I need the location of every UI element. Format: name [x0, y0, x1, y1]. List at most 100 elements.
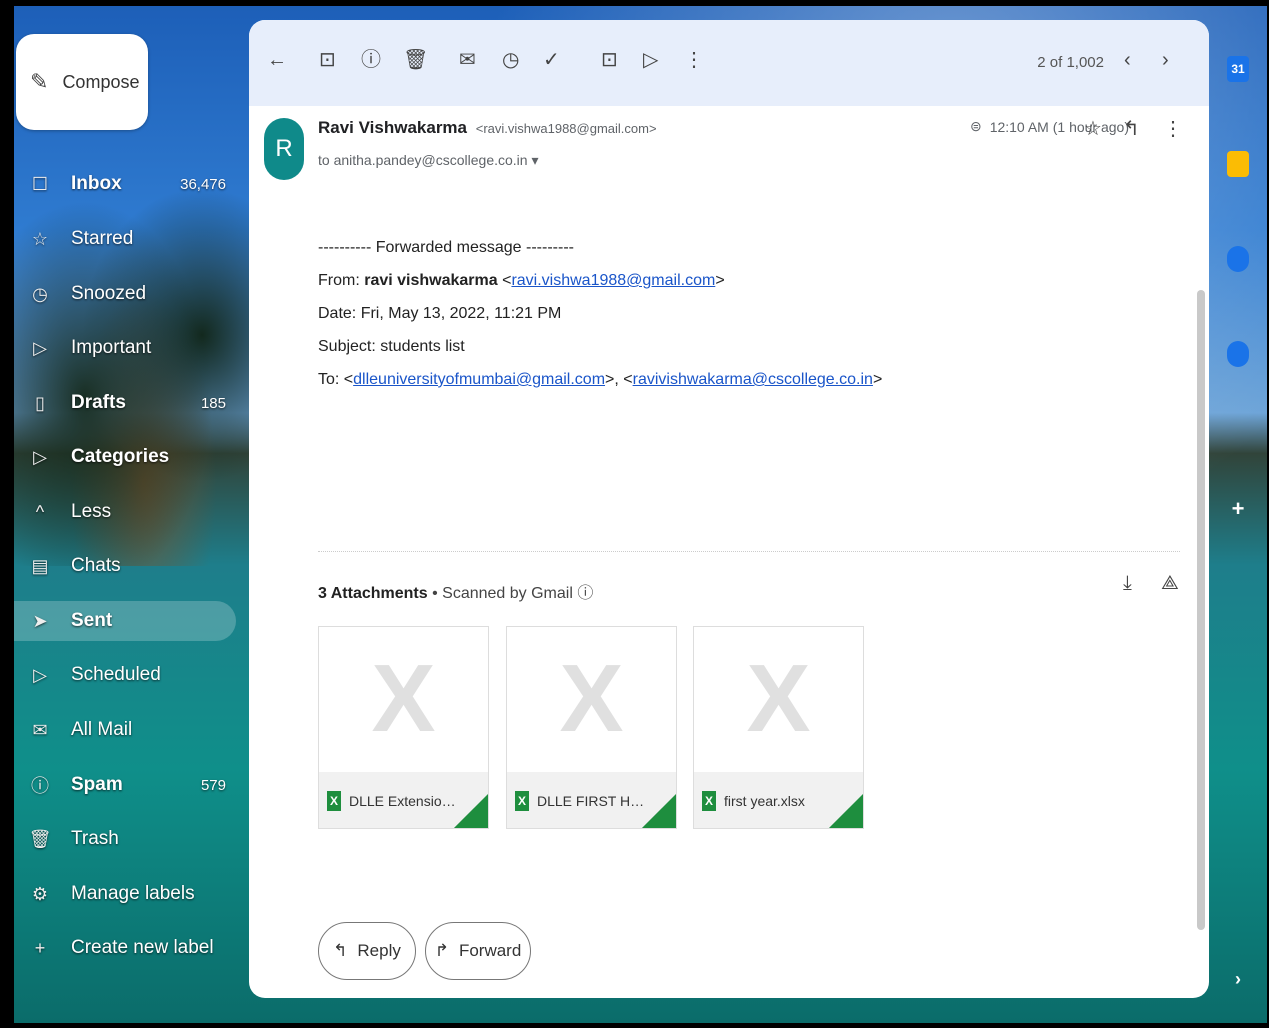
sender-email: <ravi.vishwa1988@gmail.com>	[475, 121, 657, 136]
sidebar-item-less[interactable]: ^ Less	[14, 492, 236, 532]
to-email-link-1[interactable]: dlleuniversityofmumbai@gmail.com	[353, 371, 605, 388]
scrollbar[interactable]	[1197, 290, 1205, 930]
info-icon: ⓘ	[577, 585, 594, 602]
label-icon: ▷	[33, 446, 47, 467]
chevron-left-icon[interactable]: ‹	[1124, 50, 1131, 70]
to-line: To: <dlleuniversityofmumbai@gmail.com>, …	[318, 371, 883, 388]
back-arrow-icon[interactable]: ←	[267, 50, 287, 70]
sidebar-item-sent[interactable]: ➤ Sent	[14, 601, 236, 641]
gmail-window: ✎ Compose ☐ Inbox 36,476 ☆ Starred ◷ Sno…	[14, 6, 1267, 1023]
forwarded-header: ---------- Forwarded message ---------	[318, 239, 574, 256]
email-content: R Ravi Vishwakarma <ravi.vishwa1988@gmai…	[249, 106, 1209, 998]
message-meta: ⊜ 12:10 AM (1 hour ago)	[970, 118, 1129, 135]
compose-button[interactable]: ✎ Compose	[16, 34, 148, 130]
date-line: Date: Fri, May 13, 2022, 11:21 PM	[318, 305, 562, 322]
reply-icon: ↰	[333, 941, 348, 960]
attachment-card[interactable]: X X first year.xlsx	[693, 626, 864, 829]
sender-name: Ravi Vishwakarma	[318, 118, 467, 137]
attachment-card[interactable]: X X DLLE Extension p...	[318, 626, 489, 829]
mark-unread-icon[interactable]: ✉	[459, 50, 476, 70]
sidebar-item-trash[interactable]: 🗑 Trash	[14, 819, 236, 859]
sidebar-item-inbox[interactable]: ☐ Inbox 36,476	[14, 164, 236, 204]
reply-button[interactable]: ↰ Reply	[318, 922, 416, 980]
draft-icon: ▯	[35, 392, 45, 413]
sidebar-item-snoozed[interactable]: ◷ Snoozed	[14, 274, 236, 314]
chevron-right-icon[interactable]: ›	[1162, 50, 1169, 70]
sidebar-item-important[interactable]: ▷ Important	[14, 328, 236, 368]
excel-icon: X	[702, 790, 716, 811]
add-addon-icon[interactable]: +	[1227, 496, 1249, 522]
chevron-right-icon[interactable]: ›	[1227, 966, 1249, 992]
sidebar-item-starred[interactable]: ☆ Starred	[14, 219, 236, 259]
divider	[318, 551, 1180, 552]
add-task-icon[interactable]: ✓	[543, 50, 560, 70]
excel-thumbnail-icon: X	[559, 645, 624, 752]
spam-icon: ⓘ	[31, 776, 49, 796]
send-icon: ➤	[32, 610, 48, 631]
from-line: From: ravi vishwakarma <ravi.vishwa1988@…	[318, 272, 725, 289]
important-icon: ▷	[33, 337, 47, 358]
move-to-icon[interactable]: ⊡	[601, 50, 618, 70]
calendar-icon[interactable]: 31	[1227, 56, 1249, 82]
download-all-icon[interactable]: ⤓	[1123, 572, 1132, 595]
more-vert-icon[interactable]: ⋮	[684, 50, 704, 70]
side-panel: 31 + ›	[1219, 36, 1259, 1016]
email-body: ---------- Forwarded message --------- F…	[318, 231, 882, 396]
label-icon[interactable]: ▷	[643, 50, 658, 70]
star-icon[interactable]: ☆	[1084, 116, 1102, 141]
gear-icon: ⚙	[31, 883, 49, 904]
sidebar-item-chats[interactable]: ▤ Chats	[14, 546, 236, 586]
trash-icon: 🗑	[28, 828, 52, 849]
recipient-line[interactable]: to anitha.pandey@cscollege.co.in ▾	[318, 152, 539, 169]
attachment-name: first year.xlsx	[724, 792, 805, 809]
to-email-link-2[interactable]: ravivishwakarma@cscollege.co.in	[633, 371, 873, 388]
email-toolbar: ← ⊡ ⓘ 🗑 ✉ ◷ ✓ ⊡ ▷ ⋮ 2 of 1,002 ‹ ›	[249, 20, 1209, 106]
message-time: 12:10 AM (1 hour ago)	[989, 118, 1129, 135]
delete-icon[interactable]: 🗑	[403, 50, 428, 70]
plus-icon: +	[34, 937, 46, 958]
attachment-indicator-icon: ⊜	[969, 118, 982, 134]
email-panel: ← ⊡ ⓘ 🗑 ✉ ◷ ✓ ⊡ ▷ ⋮ 2 of 1,002 ‹ › R Rav…	[249, 20, 1209, 998]
add-to-drive-icon[interactable]: ⟁	[1161, 572, 1179, 595]
tasks-icon[interactable]	[1227, 246, 1249, 272]
sidebar-item-drafts[interactable]: ▯ Drafts 185	[14, 383, 236, 423]
pager-text: 2 of 1,002	[1037, 54, 1104, 71]
sidebar-item-manage-labels[interactable]: ⚙ Manage labels	[14, 874, 236, 914]
sidebar-item-create-label[interactable]: + Create new label	[14, 928, 236, 968]
sender: Ravi Vishwakarma <ravi.vishwa1988@gmail.…	[318, 118, 657, 138]
sidebar: ✎ Compose ☐ Inbox 36,476 ☆ Starred ◷ Sno…	[14, 6, 249, 1023]
reply-icon[interactable]: ↰	[1123, 116, 1140, 141]
forward-icon: ↱	[434, 941, 449, 960]
sidebar-item-spam[interactable]: ⓘ Spam 579	[14, 765, 236, 805]
contacts-icon[interactable]	[1227, 341, 1249, 367]
attachment-name: DLLE Extension p...	[349, 792, 459, 809]
chat-icon: ▤	[31, 555, 49, 576]
attachment-card[interactable]: X X DLLE FIRST HALF...	[506, 626, 677, 829]
keep-icon[interactable]	[1227, 151, 1249, 177]
scheduled-icon: ▷	[33, 664, 47, 685]
report-spam-icon[interactable]: ⓘ	[361, 50, 381, 70]
sidebar-item-all-mail[interactable]: ✉ All Mail	[14, 710, 236, 750]
sidebar-item-categories[interactable]: ▷ Categories	[14, 437, 236, 477]
excel-thumbnail-icon: X	[371, 645, 436, 752]
chevron-down-icon[interactable]: ▾	[531, 152, 538, 168]
chevron-up-icon: ^	[35, 501, 45, 522]
all-mail-icon: ✉	[32, 719, 48, 740]
excel-icon: X	[327, 790, 341, 811]
pencil-icon: ✎	[30, 69, 49, 94]
from-email-link[interactable]: ravi.vishwa1988@gmail.com	[511, 272, 715, 289]
clock-icon: ◷	[32, 283, 48, 304]
subject-line: Subject: students list	[318, 338, 465, 355]
excel-icon: X	[515, 790, 529, 811]
recipient-text: to anitha.pandey@cscollege.co.in	[318, 152, 528, 168]
forward-button[interactable]: ↱ Forward	[425, 922, 531, 980]
star-icon: ☆	[31, 228, 49, 249]
inbox-icon: ☐	[31, 173, 49, 194]
more-vert-icon[interactable]: ⋮	[1163, 116, 1183, 141]
sidebar-item-scheduled[interactable]: ▷ Scheduled	[14, 655, 236, 695]
avatar: R	[264, 118, 304, 180]
archive-icon[interactable]: ⊡	[319, 50, 336, 70]
excel-thumbnail-icon: X	[746, 645, 811, 752]
attachment-name: DLLE FIRST HALF...	[537, 792, 647, 809]
snooze-icon[interactable]: ◷	[502, 50, 519, 70]
